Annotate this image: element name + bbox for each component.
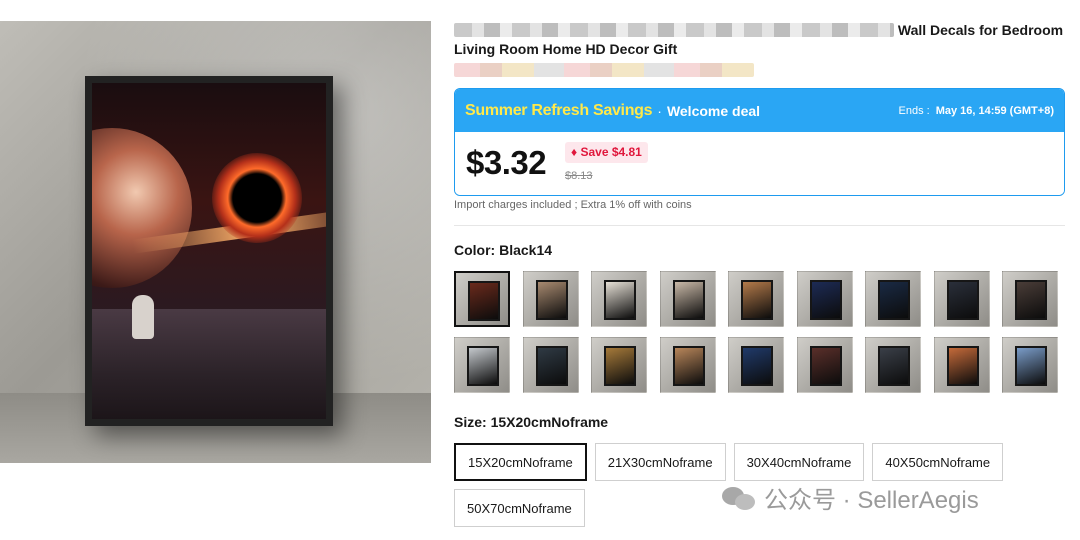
swatch-thumbnail bbox=[535, 346, 568, 386]
flame-icon: ♦ bbox=[571, 145, 578, 159]
color-swatch[interactable] bbox=[865, 271, 921, 327]
watermark-text: 公众号 · SellerAegis bbox=[764, 487, 979, 514]
color-swatch[interactable] bbox=[1002, 337, 1058, 393]
blurred-title-text bbox=[454, 23, 894, 37]
swatch-thumbnail bbox=[809, 346, 842, 386]
color-swatch[interactable] bbox=[522, 271, 579, 327]
divider bbox=[454, 225, 1065, 226]
size-option-button[interactable]: 15X20cmNoframe bbox=[454, 443, 587, 481]
swatch-thumbnail bbox=[672, 346, 705, 386]
poster-frame bbox=[85, 76, 333, 426]
deal-box: Summer Refresh Savings · Welcome deal En… bbox=[454, 88, 1065, 196]
product-main-image[interactable] bbox=[0, 21, 431, 463]
size-option-button[interactable]: 21X30cmNoframe bbox=[594, 443, 726, 481]
color-label: Color: Black14 bbox=[454, 242, 552, 258]
swatch-thumbnail bbox=[1015, 280, 1047, 320]
wechat-icon bbox=[722, 485, 756, 511]
size-option-button[interactable]: 30X40cmNoframe bbox=[733, 443, 865, 481]
astronaut-graphic bbox=[132, 295, 154, 339]
original-price: $8.13 bbox=[565, 170, 593, 182]
product-title-visible: Wall Decals for Bedroom bbox=[897, 22, 1064, 38]
color-swatch[interactable] bbox=[454, 337, 510, 393]
watermark: 公众号 · SellerAegis bbox=[722, 480, 979, 515]
deal-header: Summer Refresh Savings · Welcome deal En… bbox=[455, 89, 1064, 132]
size-label-text: Size: bbox=[454, 414, 487, 430]
color-swatch[interactable] bbox=[591, 271, 647, 327]
color-swatch[interactable] bbox=[933, 271, 990, 327]
color-swatch[interactable] bbox=[454, 271, 510, 327]
color-swatch-grid bbox=[454, 271, 1065, 393]
color-swatch[interactable] bbox=[1002, 271, 1058, 327]
swatch-thumbnail bbox=[467, 346, 499, 386]
swatch-thumbnail bbox=[878, 346, 910, 386]
color-swatch[interactable] bbox=[522, 337, 579, 393]
deal-ends-label: Ends : bbox=[898, 104, 930, 117]
swatch-thumbnail bbox=[604, 280, 636, 320]
swatch-thumbnail bbox=[809, 280, 842, 320]
swatch-thumbnail bbox=[741, 346, 773, 386]
size-option-button[interactable]: 40X50cmNoframe bbox=[872, 443, 1004, 481]
size-selected-value: 15X20cmNoframe bbox=[490, 414, 609, 430]
import-note: Import charges included ; Extra 1% off w… bbox=[454, 199, 692, 211]
color-swatch[interactable] bbox=[659, 271, 716, 327]
color-label-text: Color: bbox=[454, 242, 496, 258]
blurred-rating-row bbox=[454, 63, 754, 77]
swatch-thumbnail bbox=[741, 280, 773, 320]
deal-brand: Summer Refresh Savings bbox=[465, 101, 653, 119]
swatch-thumbnail bbox=[1015, 346, 1047, 386]
black-hole-graphic bbox=[212, 153, 302, 243]
swatch-thumbnail bbox=[535, 280, 568, 320]
color-swatch[interactable] bbox=[591, 337, 647, 393]
product-title: Wall Decals for Bedroom Living Room Home… bbox=[454, 21, 1070, 59]
planet-graphic bbox=[92, 128, 192, 288]
poster-art bbox=[92, 83, 326, 419]
deal-type: Welcome deal bbox=[666, 102, 761, 119]
ground-graphic bbox=[92, 309, 326, 419]
color-swatch[interactable] bbox=[796, 337, 853, 393]
save-badge: ♦ Save $4.81 bbox=[565, 142, 648, 163]
deal-separator: · bbox=[657, 102, 662, 119]
swatch-thumbnail bbox=[878, 280, 910, 320]
swatch-thumbnail bbox=[946, 280, 979, 320]
swatch-thumbnail bbox=[672, 280, 705, 320]
color-swatch[interactable] bbox=[728, 271, 784, 327]
color-swatch[interactable] bbox=[796, 271, 853, 327]
color-selected-value: Black14 bbox=[499, 242, 553, 258]
swatch-thumbnail bbox=[468, 281, 500, 321]
color-swatch[interactable] bbox=[659, 337, 716, 393]
current-price: $3.32 bbox=[466, 144, 547, 181]
deal-ends-date: May 16, 14:59 (GMT+8) bbox=[935, 104, 1054, 117]
size-option-button[interactable]: 50X70cmNoframe bbox=[454, 489, 585, 527]
color-swatch[interactable] bbox=[728, 337, 784, 393]
color-swatch[interactable] bbox=[865, 337, 921, 393]
size-label: Size: 15X20cmNoframe bbox=[454, 414, 608, 430]
color-swatch[interactable] bbox=[933, 337, 990, 393]
product-title-line2: Living Room Home HD Decor Gift bbox=[454, 41, 678, 57]
swatch-thumbnail bbox=[604, 346, 636, 386]
swatch-thumbnail bbox=[946, 346, 979, 386]
deal-body: $3.32 ♦ Save $4.81 $8.13 bbox=[455, 132, 1064, 195]
save-amount: Save $4.81 bbox=[580, 145, 642, 159]
